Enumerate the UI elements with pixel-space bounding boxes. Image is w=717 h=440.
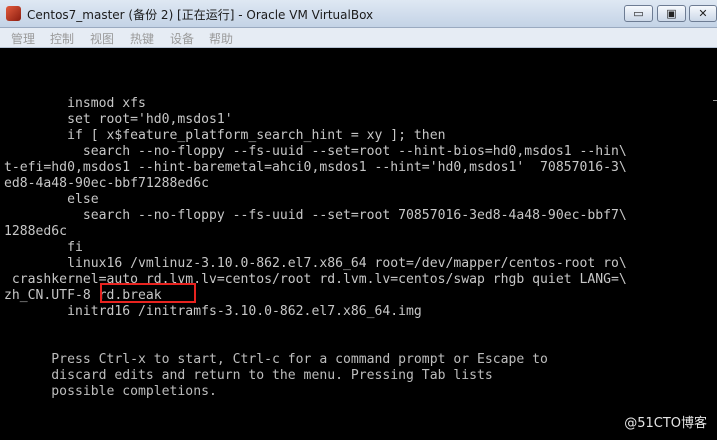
grub-line: insmod xfs xyxy=(4,96,146,111)
close-button[interactable]: ✕ xyxy=(689,5,717,22)
grub-line: initrd16 /initramfs-3.10.0-862.el7.x86_6… xyxy=(4,304,422,319)
window-titlebar: Centos7_master (备份 2) [正在运行] - Oracle VM… xyxy=(0,0,717,28)
grub-line: else xyxy=(4,192,99,207)
vm-menubar: 管理 控制 视图 热键 设备 帮助 xyxy=(0,28,717,48)
grub-line: if [ x$feature_platform_search_hint = xy… xyxy=(4,128,446,143)
grub-line: 1288ed6c xyxy=(4,224,68,239)
minimize-button[interactable]: ▭ xyxy=(624,5,653,22)
grub-line: crashkernel=auto rd.lvm.lv=centos/root r… xyxy=(4,272,627,287)
scroll-edge-mark xyxy=(713,100,717,101)
menu-help[interactable]: 帮助 xyxy=(209,30,233,47)
grub-line: t-efi=hd0,msdos1 --hint-baremetal=ahci0,… xyxy=(4,160,627,175)
restore-button[interactable]: ▣ xyxy=(657,5,686,22)
grub-help-text: discard edits and return to the menu. Pr… xyxy=(4,368,493,383)
menu-hotkey[interactable]: 热键 xyxy=(130,30,154,47)
grub-line: set root='hd0,msdos1' xyxy=(4,112,233,127)
menu-control[interactable]: 控制 xyxy=(50,30,74,47)
grub-help-text: possible completions. xyxy=(4,384,217,399)
grub-line: fi xyxy=(4,240,83,255)
virtualbox-app-icon xyxy=(6,6,21,21)
rd-break-highlight-box xyxy=(100,283,196,303)
menu-manage[interactable]: 管理 xyxy=(11,30,35,47)
grub-help-text: Press Ctrl-x to start, Ctrl-c for a comm… xyxy=(4,352,548,367)
watermark-text: @51CTO博客 xyxy=(624,416,707,431)
grub-line: search --no-floppy --fs-uuid --set=root … xyxy=(4,208,627,223)
window-title: Centos7_master (备份 2) [正在运行] - Oracle VM… xyxy=(27,8,374,22)
grub-line: search --no-floppy --fs-uuid --set=root … xyxy=(4,144,627,159)
grub-line: ed8-4a48-90ec-bbf71288ed6c xyxy=(4,176,209,191)
grub-line: linux16 /vmlinuz-3.10.0-862.el7.x86_64 r… xyxy=(4,256,627,271)
menu-view[interactable]: 视图 xyxy=(90,30,114,47)
menu-devices[interactable]: 设备 xyxy=(170,30,194,47)
